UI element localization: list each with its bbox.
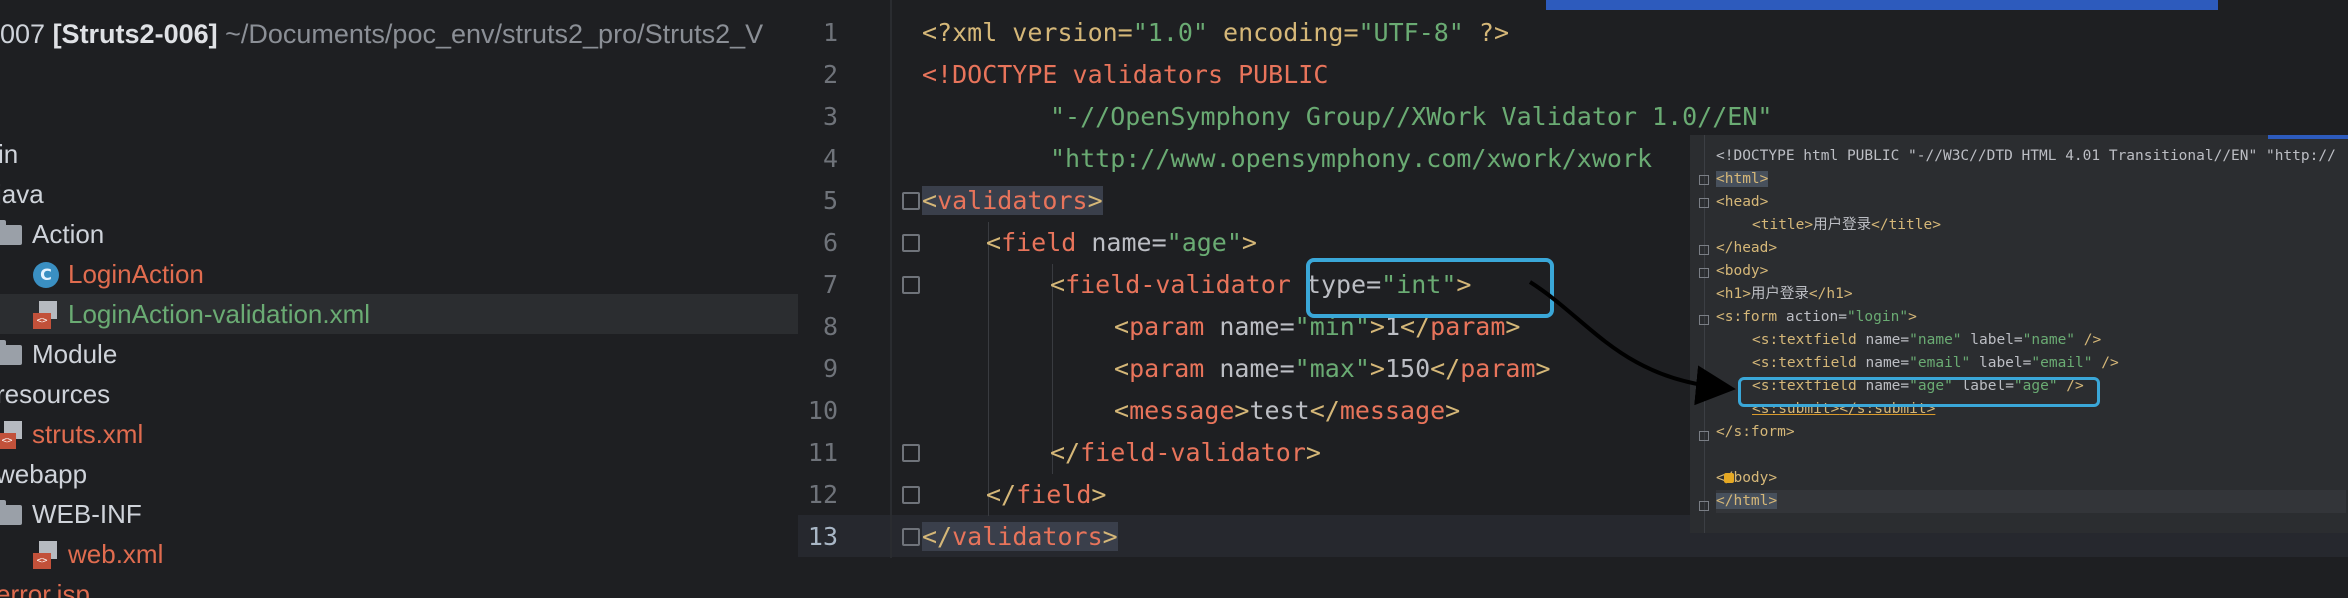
arrow-icon — [1528, 280, 1736, 406]
